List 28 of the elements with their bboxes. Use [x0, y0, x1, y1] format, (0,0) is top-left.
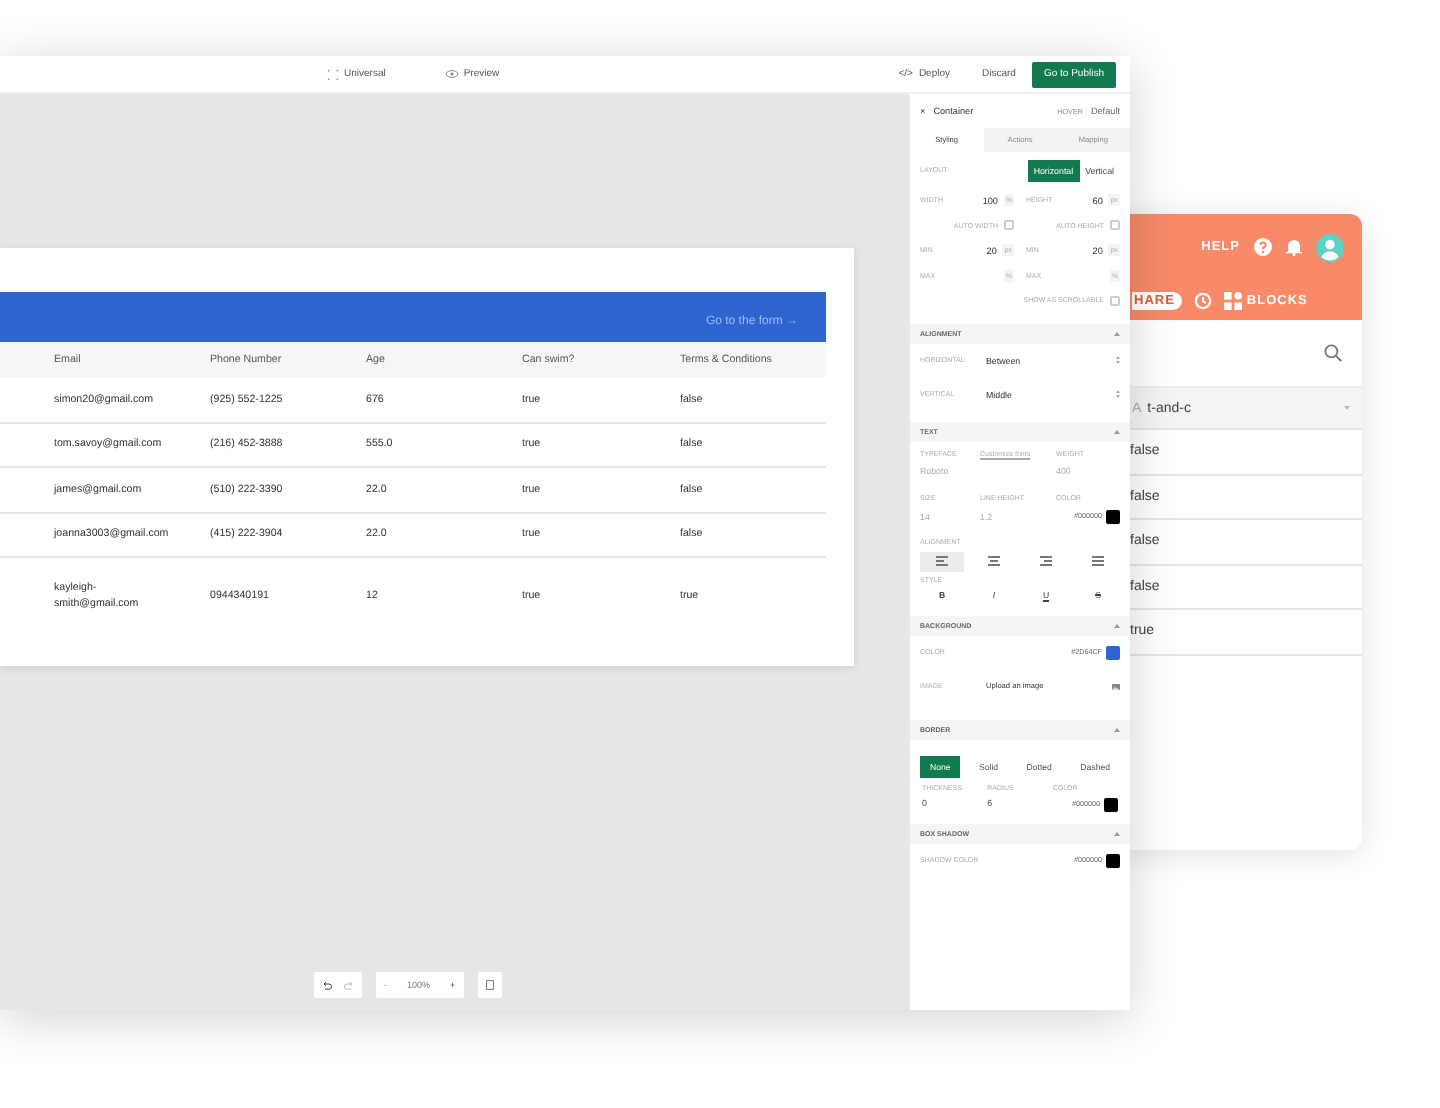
bell-icon[interactable]	[1286, 238, 1302, 256]
caret-icon	[1114, 831, 1120, 835]
checkbox[interactable]	[1004, 220, 1014, 231]
align-center-icon	[988, 556, 1000, 566]
align-button[interactable]	[920, 551, 964, 571]
caret-icon	[1114, 623, 1120, 627]
fit-button[interactable]	[477, 972, 502, 998]
search-icon[interactable]	[1324, 344, 1342, 362]
color-swatch[interactable]	[1106, 853, 1120, 867]
history-icon[interactable]	[1194, 291, 1213, 309]
blocks-icon	[1224, 291, 1243, 309]
frame-icon	[328, 69, 338, 79]
avatar-icon[interactable]	[1316, 233, 1344, 261]
caret-icon	[1114, 331, 1120, 335]
caret-icon	[1114, 727, 1120, 731]
align-justify-icon	[1092, 556, 1104, 566]
color-swatch[interactable]	[1106, 509, 1120, 523]
eye-icon	[445, 70, 458, 78]
color-swatch[interactable]	[1104, 797, 1118, 811]
align-right-icon	[1040, 556, 1052, 566]
fit-screen-icon	[485, 980, 494, 990]
align-left-icon	[936, 556, 948, 566]
color-swatch[interactable]	[1106, 645, 1120, 659]
checkbox[interactable]	[1110, 220, 1120, 231]
help-icon[interactable]	[1254, 238, 1272, 256]
undo-icon[interactable]	[322, 981, 332, 989]
checkbox[interactable]	[1110, 295, 1120, 306]
image-icon	[1112, 683, 1120, 689]
